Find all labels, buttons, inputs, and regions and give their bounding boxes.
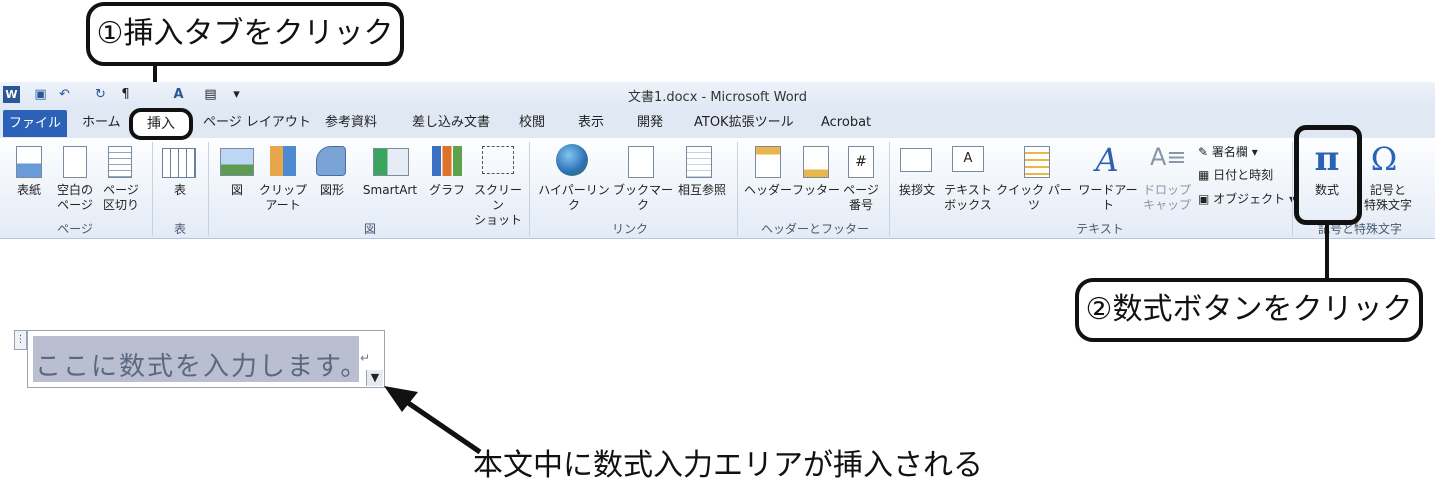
group-separator [889,142,890,236]
picture-icon [220,148,254,176]
quick-parts-button[interactable]: クイック パーツ [992,183,1076,213]
object-label: オブジェクト [1213,192,1286,206]
bookmark-button[interactable]: ブックマーク [612,183,674,213]
greeting-icon [900,148,932,172]
tab-acrobat[interactable]: Acrobat [821,113,871,133]
group-separator [208,142,209,236]
tab-mailings[interactable]: 差し込み文書 [412,113,490,133]
textbox-button[interactable]: テキスト ボックス [940,183,996,213]
wordart-button[interactable]: ワードアート [1074,183,1142,213]
header-button[interactable]: ヘッダー [740,183,796,198]
header-icon [755,146,781,178]
greeting-button[interactable]: 挨拶文 [895,183,939,198]
window-title: 文書1.docx - Microsoft Word [627,90,808,105]
chart-icon [432,146,462,176]
screenshot-button[interactable]: スクリーン ショット [470,183,526,228]
date-time-label: 日付と時刻 [1213,168,1274,182]
table-icon [162,148,196,178]
signature-line-label: 署名欄 [1211,145,1248,159]
group-label-header-footer: ヘッダーとフッター [760,222,869,236]
shapes-button[interactable]: 図形 [312,183,352,198]
blank-page-button[interactable]: 空白の ページ [52,183,98,213]
omega-symbol-icon: Ω [1370,140,1398,178]
clipart-icon [270,146,296,176]
callout-insert-tab-text: ①挿入タブをクリック [96,16,394,51]
tab-developer[interactable]: 開発 [637,113,663,133]
tab-page-layout[interactable]: ページ レイアウト [203,113,311,133]
hyperlink-button[interactable]: ハイパーリンク [534,183,614,213]
bookmark-icon [628,146,654,178]
tab-home[interactable]: ホーム [82,113,121,133]
page-number-button[interactable]: ページ 番号 [838,183,884,213]
group-separator [152,142,153,236]
date-time-button[interactable]: ▦ 日付と時刻 [1198,166,1273,184]
result-note: 本文中に数式入力エリアが挿入される [473,448,983,483]
paragraph-return-icon: ↵ [360,351,371,365]
symbol-button[interactable]: 記号と 特殊文字 [1352,183,1424,213]
picture-button[interactable]: 図 [222,183,252,198]
equation-handle-icon[interactable]: ⋮ [14,330,27,350]
group-separator [1292,142,1293,236]
group-separator [737,142,738,236]
dropcap-icon: A≡ [1150,143,1187,171]
group-label-links: リンク [611,222,648,236]
callout-insert-tab: ①挿入タブをクリック [86,2,404,66]
tab-insert[interactable]: 挿入 [129,108,193,140]
group-label-illustrations: 図 [363,222,376,236]
callout-equation-text: ②数式ボタンをクリック [1085,292,1413,327]
hyperlink-icon [556,144,588,176]
cross-reference-button[interactable]: 相互参照 [674,183,730,198]
table-button[interactable]: 表 [160,183,200,198]
tab-references[interactable]: 参考資料 [325,113,377,133]
shapes-icon [316,146,346,176]
quick-parts-icon [1024,146,1050,178]
clipart-button[interactable]: クリップ アート [259,183,307,213]
tab-file[interactable]: ファイル [3,110,67,137]
group-label-text: テキスト [1076,222,1124,236]
page-break-icon [108,146,132,178]
blank-page-icon [63,146,87,178]
callout-equation-button: ②数式ボタンをクリック [1075,278,1423,342]
wordart-icon: A [1095,141,1119,179]
dropcap-button[interactable]: ドロップ キャップ [1140,183,1194,213]
tab-review[interactable]: 校閲 [519,113,545,133]
footer-icon [803,146,829,178]
smartart-icon [373,148,409,176]
signature-line-button[interactable]: ✎ 署名欄 ▾ [1198,143,1258,161]
page-number-icon: # [848,146,874,178]
page-break-button[interactable]: ページ 区切り [98,183,144,213]
object-button[interactable]: ▣ オブジェクト ▾ [1198,190,1295,208]
tab-view[interactable]: 表示 [578,113,604,133]
footer-button[interactable]: フッター [790,183,842,198]
group-label-tables: 表 [173,222,186,236]
cover-page-button[interactable]: 表紙 [8,183,50,198]
group-separator [529,142,530,236]
tab-atok[interactable]: ATOK拡張ツール [694,113,794,133]
chart-button[interactable]: グラフ [426,183,468,198]
equation-highlight-box [1294,125,1362,225]
smartart-button[interactable]: SmartArt [355,183,425,198]
screenshot-icon [482,146,514,174]
textbox-icon: A [952,146,984,172]
equation-placeholder-text[interactable]: ここに数式を入力します。 [35,346,368,383]
group-label-pages: ページ [57,222,93,236]
callout-equation-connector [1325,225,1329,280]
cross-reference-icon [686,146,712,178]
cover-page-icon [16,146,42,178]
